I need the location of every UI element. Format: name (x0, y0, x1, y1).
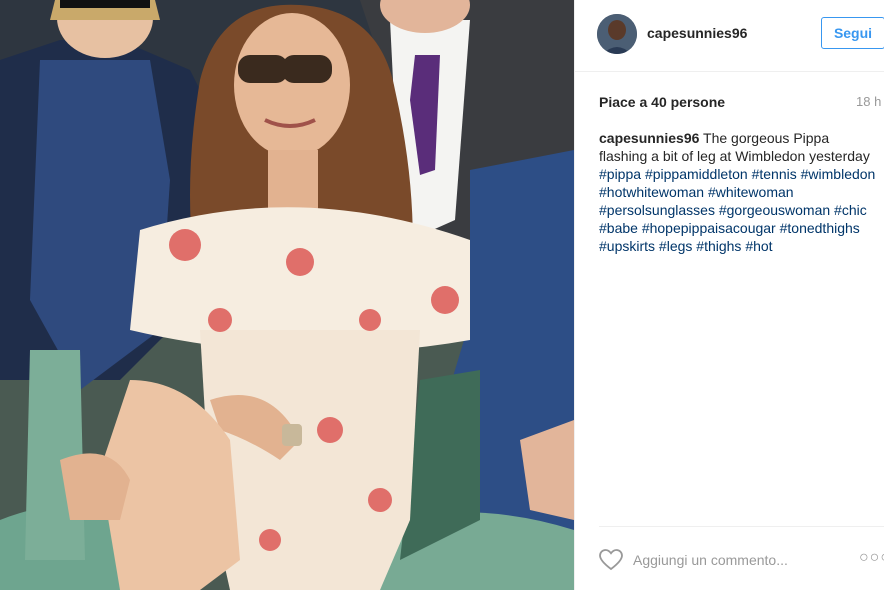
hashtag-link[interactable]: #persolsunglasses (599, 202, 715, 218)
follow-button[interactable]: Segui (821, 17, 884, 49)
hashtag-link[interactable]: #pippamiddleton (645, 166, 748, 182)
comment-input[interactable]: Aggiungi un commento... (633, 552, 788, 568)
hashtag-link[interactable]: #hopepippaisacougar (642, 220, 776, 236)
avatar-image (597, 14, 637, 54)
hashtag-link[interactable]: #thighs (696, 238, 741, 254)
hashtag-link[interactable]: #hot (745, 238, 772, 254)
instagram-post: capesunnies96 Segui Piace a 40 persone 1… (0, 0, 884, 590)
comment-bar: Aggiungi un commento... ○○○ (599, 526, 884, 591)
hashtag-link[interactable]: #upskirts (599, 238, 655, 254)
more-options-icon[interactable]: ○○○ (859, 549, 884, 567)
hashtag-link[interactable]: #pippa (599, 166, 641, 182)
hashtag-link[interactable]: #tonedthighs (780, 220, 860, 236)
post-sidebar: capesunnies96 Segui Piace a 40 persone 1… (574, 0, 884, 590)
post-photo[interactable] (0, 0, 574, 590)
photo-illustration (0, 0, 574, 590)
hashtag-link[interactable]: #chic (834, 202, 867, 218)
hashtag-link[interactable]: #wimbledon (801, 166, 876, 182)
post-header: capesunnies96 Segui (575, 0, 884, 72)
post-timestamp[interactable]: 18 h (856, 94, 884, 109)
caption-username[interactable]: capesunnies96 (599, 130, 699, 146)
hashtag-link[interactable]: #whitewoman (708, 184, 794, 200)
hashtag-link[interactable]: #tennis (752, 166, 797, 182)
avatar[interactable] (597, 14, 637, 54)
hashtag-link[interactable]: #gorgeouswoman (719, 202, 830, 218)
hashtag-link[interactable]: #babe (599, 220, 638, 236)
likes-count[interactable]: Piace a 40 persone (599, 94, 725, 110)
hashtag-link[interactable]: #hotwhitewoman (599, 184, 704, 200)
caption-hashtags: #pippa #pippamiddleton #tennis #wimbledo… (599, 166, 875, 254)
post-caption: capesunnies96 The gorgeous Pippa flashin… (599, 129, 879, 255)
hashtag-link[interactable]: #legs (659, 238, 692, 254)
heart-icon[interactable] (599, 549, 623, 571)
username-link[interactable]: capesunnies96 (647, 25, 747, 41)
